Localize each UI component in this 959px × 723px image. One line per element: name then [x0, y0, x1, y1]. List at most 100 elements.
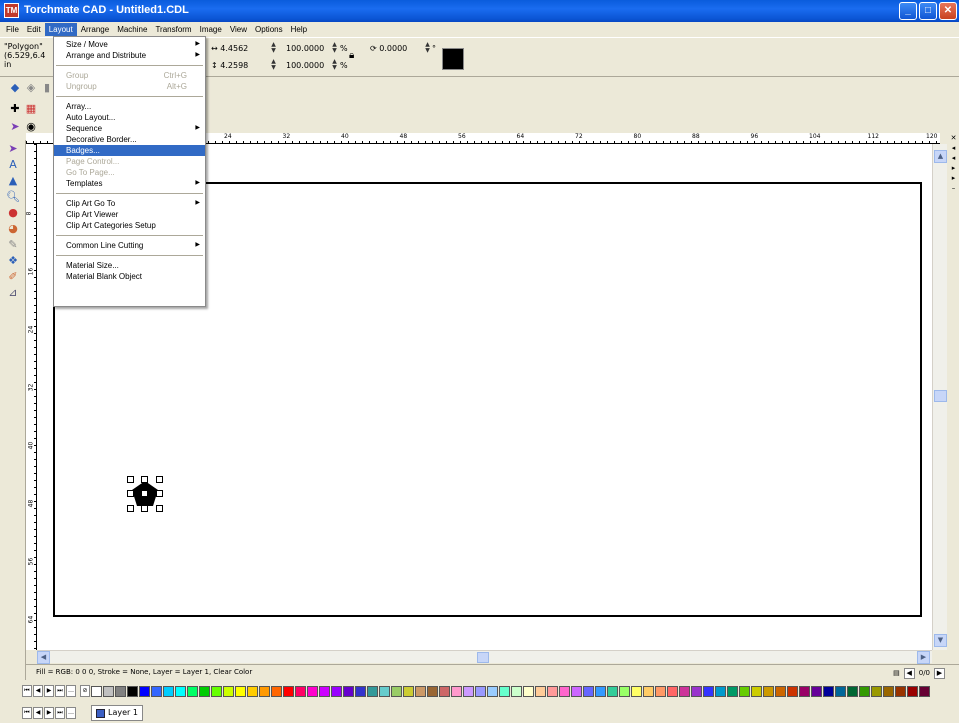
color-swatch[interactable] [523, 685, 534, 697]
color-swatch[interactable] [151, 685, 162, 697]
color-swatch[interactable] [235, 685, 246, 697]
arrow-tool-icon[interactable]: ➤ [3, 142, 23, 156]
menu-options[interactable]: Options [251, 23, 287, 36]
zoom-tool-icon[interactable]: 🔍︎ [3, 190, 23, 204]
color-swatch[interactable] [487, 685, 498, 697]
color-swatch[interactable] [775, 685, 786, 697]
scroll-left-icon[interactable]: ◀ [37, 651, 50, 664]
center-handle[interactable] [141, 490, 148, 497]
text-tool-icon[interactable]: A [3, 158, 23, 172]
palette-prev-icon[interactable]: ◀ [33, 685, 43, 697]
palette-more-icon[interactable]: … [66, 685, 76, 697]
color-swatch[interactable] [763, 685, 774, 697]
menu-item-badges[interactable]: Badges... [54, 145, 205, 156]
color-swatch[interactable] [559, 685, 570, 697]
menu-item-clip-art-go-to[interactable]: Clip Art Go To ▶ [54, 198, 205, 209]
color-swatch[interactable] [127, 685, 138, 697]
menu-file[interactable]: File [2, 23, 23, 36]
align-icon[interactable]: ▦ [24, 102, 38, 116]
eye-icon[interactable]: ◉ [24, 120, 38, 134]
color-swatch[interactable] [655, 685, 666, 697]
color-swatch[interactable] [91, 685, 102, 697]
color-swatch[interactable] [307, 685, 318, 697]
prev-page-icon[interactable]: ◀ [903, 668, 915, 679]
move-icon[interactable]: ✚ [8, 102, 22, 116]
menu-item-material-blank-object[interactable]: Material Blank Object [54, 271, 205, 282]
color-swatch[interactable] [367, 685, 378, 697]
layer-tab[interactable]: Layer 1 [91, 705, 143, 721]
color-swatch[interactable] [895, 685, 906, 697]
maximize-button[interactable]: □ [919, 2, 937, 20]
palette-next-icon[interactable]: ▶ [44, 685, 54, 697]
color-swatch[interactable] [403, 685, 414, 697]
color-swatch[interactable] [283, 685, 294, 697]
color-swatch[interactable] [187, 685, 198, 697]
color-swatch[interactable] [271, 685, 282, 697]
color-swatch[interactable] [631, 685, 642, 697]
menu-item-material-size[interactable]: Material Size... [54, 260, 205, 271]
panel-close-icon[interactable]: ✕ [948, 133, 959, 143]
layer-next-icon[interactable]: ▶ [44, 707, 54, 719]
layer-prev-icon[interactable]: ◀ [33, 707, 43, 719]
menu-image[interactable]: Image [196, 23, 226, 36]
color-swatch[interactable] [715, 685, 726, 697]
shape-tool-icon[interactable]: ▲ [3, 174, 23, 188]
menu-view[interactable]: View [226, 23, 251, 36]
color-swatch[interactable] [175, 685, 186, 697]
menu-item-clip-art-viewer[interactable]: Clip Art Viewer [54, 209, 205, 220]
resize-handle[interactable] [141, 476, 148, 483]
bucket-tool-icon[interactable]: ◕ [3, 222, 23, 236]
color-swatch[interactable] [163, 685, 174, 697]
node-tool-icon[interactable]: ❖ [3, 254, 23, 268]
vertical-scrollbar[interactable]: ▲ ▼ [932, 144, 947, 650]
lock-ratio-icon[interactable]: 🔒︎ [349, 50, 359, 62]
palette-first-icon[interactable]: ⏮ [22, 685, 32, 697]
color-swatch[interactable] [427, 685, 438, 697]
scale-x-field[interactable]: 100.0000 [286, 42, 324, 55]
toolbar-item-icon[interactable]: ▮ [40, 81, 54, 95]
width-field[interactable]: ↔ 4.4562 [211, 42, 248, 55]
color-swatch[interactable] [415, 685, 426, 697]
color-swatch[interactable] [595, 685, 606, 697]
panel-arrow-icon[interactable]: ▸ [948, 163, 959, 173]
color-swatch[interactable] [799, 685, 810, 697]
scale-y-spinner-icon[interactable]: ▲ ▼ [331, 59, 338, 72]
panel-arrow-icon[interactable]: ◂ [948, 153, 959, 163]
color-swatch[interactable] [259, 685, 270, 697]
width-spinner-icon[interactable]: ▲ ▼ [270, 42, 277, 55]
rotation-field[interactable]: ⟳ 0.0000 [370, 42, 407, 55]
menu-edit[interactable]: Edit [23, 23, 45, 36]
color-swatch[interactable] [463, 685, 474, 697]
next-page-icon[interactable]: ▶ [934, 668, 945, 679]
color-swatch[interactable] [787, 685, 798, 697]
color-swatch[interactable] [847, 685, 858, 697]
color-swatch[interactable] [535, 685, 546, 697]
color-swatch[interactable] [619, 685, 630, 697]
color-swatch[interactable] [823, 685, 834, 697]
color-swatch[interactable] [703, 685, 714, 697]
layer-last-icon[interactable]: ⏭ [55, 707, 65, 719]
height-field[interactable]: ↕ 4.2598 [211, 59, 248, 72]
layer-first-icon[interactable]: ⏮ [22, 707, 32, 719]
color-swatch[interactable] [475, 685, 486, 697]
menu-arrange[interactable]: Arrange [77, 23, 113, 36]
panel-arrow-icon[interactable]: ▸ [948, 173, 959, 183]
height-spinner-icon[interactable]: ▲ ▼ [270, 59, 277, 72]
color-swatch[interactable] [391, 685, 402, 697]
menu-item-auto-layout[interactable]: Auto Layout... [54, 112, 205, 123]
minimize-button[interactable]: _ [899, 2, 917, 20]
scale-x-spinner-icon[interactable]: ▲ ▼ [331, 42, 338, 55]
color-swatch[interactable] [547, 685, 558, 697]
fill-color-swatch[interactable] [442, 48, 464, 70]
menu-item-sequence[interactable]: Sequence ▶ [54, 123, 205, 134]
color-swatch[interactable] [439, 685, 450, 697]
resize-handle[interactable] [127, 505, 134, 512]
color-swatch[interactable] [247, 685, 258, 697]
color-swatch[interactable] [667, 685, 678, 697]
scroll-up-icon[interactable]: ▲ [934, 150, 947, 163]
color-swatch[interactable] [607, 685, 618, 697]
scroll-right-icon[interactable]: ▶ [917, 651, 930, 664]
resize-handle[interactable] [127, 490, 134, 497]
close-button[interactable]: ✕ [939, 2, 957, 20]
menu-item-arrange-and-distribute[interactable]: Arrange and Distribute ▶ [54, 50, 205, 61]
